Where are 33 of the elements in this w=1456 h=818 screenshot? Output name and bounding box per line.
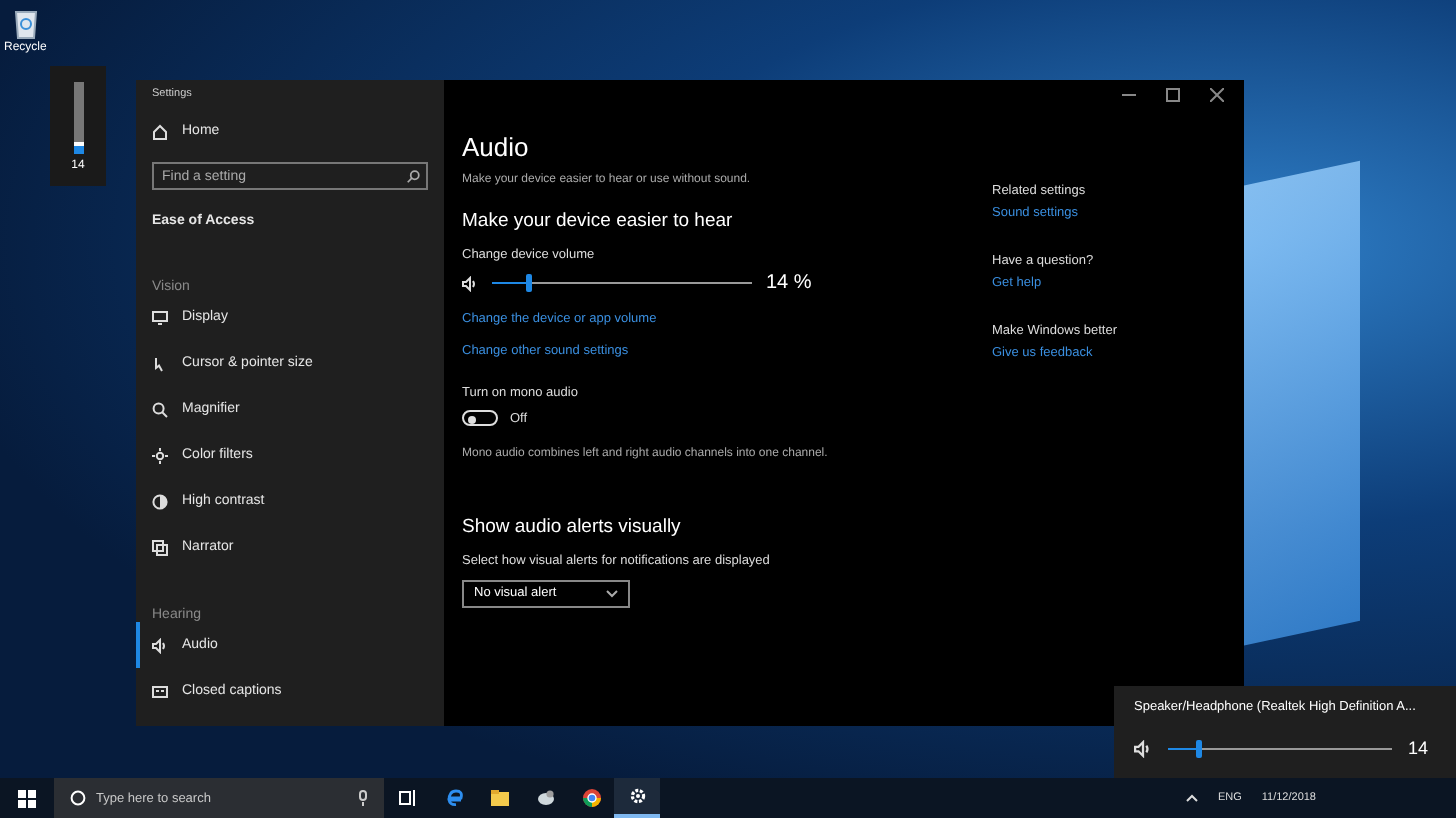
maximize-icon[interactable] bbox=[1166, 87, 1180, 101]
sun-icon bbox=[152, 447, 168, 463]
volume-slider-thumb[interactable] bbox=[525, 274, 532, 292]
taskbar-app[interactable] bbox=[614, 778, 660, 818]
circle-icon bbox=[70, 790, 86, 806]
captions-icon bbox=[152, 683, 168, 699]
narrator-icon bbox=[152, 539, 168, 555]
chevron-down-icon bbox=[606, 589, 618, 598]
recycle-bin-icon[interactable] bbox=[11, 8, 40, 40]
windows-start-icon[interactable] bbox=[18, 789, 36, 807]
speaker-icon bbox=[462, 275, 478, 291]
microphone-icon[interactable] bbox=[358, 790, 368, 806]
magnifier-icon bbox=[152, 401, 168, 417]
flyout-volume-thumb[interactable] bbox=[1196, 739, 1203, 757]
section-heading: Make your device easier to hear bbox=[462, 210, 735, 232]
page-title: Audio bbox=[462, 132, 531, 162]
monitor-icon bbox=[152, 309, 168, 325]
mono-audio-toggle[interactable] bbox=[462, 410, 498, 426]
task-view-icon bbox=[397, 788, 417, 808]
contrast-icon bbox=[152, 493, 168, 509]
volume-reading: 14 % bbox=[766, 272, 812, 294]
browser-e-icon bbox=[443, 788, 463, 808]
home-icon bbox=[152, 123, 168, 139]
chrome-ball-icon bbox=[581, 788, 601, 808]
search-icon bbox=[406, 169, 420, 183]
speaker-icon bbox=[152, 637, 168, 653]
folder-icon bbox=[489, 788, 509, 808]
section-heading: Show audio alerts visually bbox=[462, 515, 683, 538]
gear-icon bbox=[627, 786, 647, 806]
speaker-icon[interactable] bbox=[1134, 739, 1152, 757]
chevron-up-icon[interactable] bbox=[1185, 794, 1198, 802]
flyout-volume-reading: 14 bbox=[1408, 738, 1429, 758]
close-icon[interactable] bbox=[1210, 87, 1224, 101]
